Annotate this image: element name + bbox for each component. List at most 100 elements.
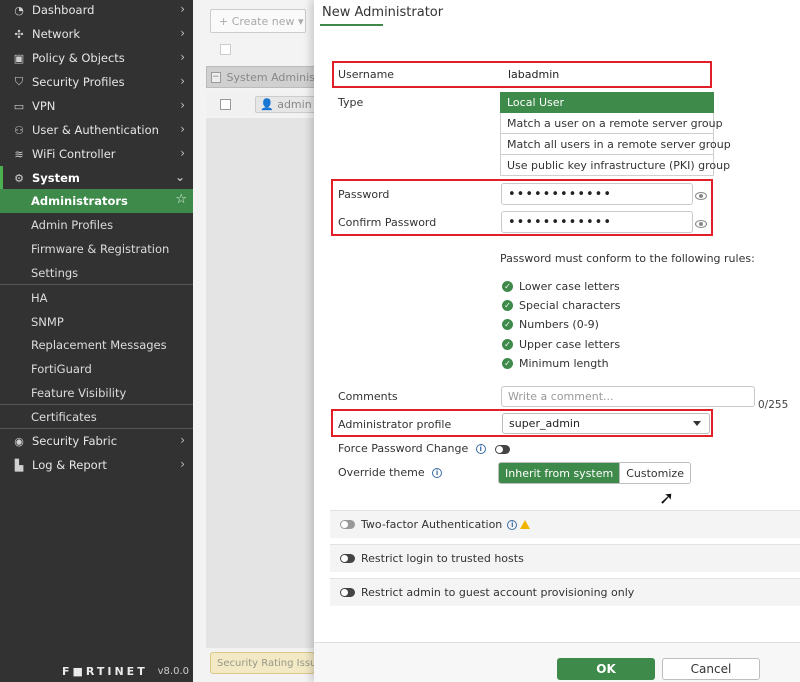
- title-underline: [320, 24, 383, 26]
- type-option-remote-user[interactable]: Match a user on a remote server group: [500, 113, 723, 134]
- two-factor-toggle[interactable]: [340, 520, 355, 529]
- override-theme-label: Override theme: [338, 466, 425, 479]
- sidebar-item-ha[interactable]: HA: [0, 286, 193, 310]
- chevron-right-icon: ›: [180, 74, 185, 88]
- password-label: Password: [338, 188, 390, 201]
- rule-text: Numbers (0-9): [519, 318, 599, 331]
- chevron-right-icon: ›: [180, 122, 185, 136]
- type-option-pki[interactable]: Use public key infrastructure (PKI) grou…: [500, 155, 730, 176]
- table-row[interactable]: 👤 admin: [206, 92, 323, 116]
- sidebar-item-label: System: [32, 171, 80, 185]
- rule-text: Special characters: [519, 299, 621, 312]
- username-input[interactable]: labadmin: [502, 63, 707, 85]
- comments-char-count: 0/255: [758, 399, 789, 411]
- rule-text: Upper case letters: [519, 338, 621, 351]
- info-icon[interactable]: i: [432, 468, 443, 478]
- two-factor-section[interactable]: Two-factor Authentication i: [330, 510, 800, 538]
- security-rating-badge[interactable]: Security Rating Issues: [210, 652, 315, 674]
- sidebar-item-settings[interactable]: Settings: [0, 261, 193, 285]
- user-icon: ⚇: [14, 123, 24, 137]
- check-icon: ✓: [502, 339, 513, 350]
- confirm-password-input[interactable]: ••••••••••••: [501, 211, 693, 233]
- restrict-hosts-toggle[interactable]: [340, 554, 355, 563]
- star-icon[interactable]: ☆: [175, 192, 187, 207]
- restrict-guest-toggle[interactable]: [340, 588, 355, 597]
- dialog-footer: OK Cancel: [314, 642, 800, 682]
- chevron-right-icon: ›: [180, 433, 185, 447]
- check-icon: ✓: [502, 281, 513, 292]
- sidebar-item-label: WiFi Controller: [32, 147, 116, 161]
- create-new-button[interactable]: + Create new ▾: [210, 9, 306, 33]
- theme-segmented-control: Inherit from system Customize: [498, 462, 691, 484]
- sidebar-item-label: Admin Profiles: [31, 218, 114, 232]
- ok-button[interactable]: OK: [557, 658, 655, 680]
- restrict-guest-section[interactable]: Restrict admin to guest account provisio…: [330, 578, 800, 606]
- shield-icon: ⛉: [14, 75, 24, 88]
- type-options: Local User Match a user on a remote serv…: [500, 92, 731, 176]
- sidebar-item-label: Feature Visibility: [31, 386, 127, 400]
- sidebar-item-system[interactable]: ⚙ System ⌄: [0, 166, 193, 190]
- rule-item: ✓ Upper case letters: [502, 338, 620, 351]
- comments-textarea[interactable]: Write a comment...: [501, 386, 755, 407]
- sidebar-item-replacement-messages[interactable]: Replacement Messages: [0, 333, 193, 357]
- force-password-change-row: Force Password Change i: [338, 442, 511, 455]
- type-option-local-user[interactable]: Local User: [500, 92, 714, 113]
- sidebar-item-label: Network: [32, 27, 81, 41]
- check-icon: ✓: [502, 300, 513, 311]
- dashboard-icon: ◔: [14, 3, 24, 17]
- sidebar-item-vpn[interactable]: ▭ VPN ›: [0, 94, 193, 118]
- network-icon: ✣: [14, 27, 24, 41]
- wifi-icon: ≋: [14, 147, 24, 161]
- force-password-change-label: Force Password Change: [338, 442, 469, 455]
- collapse-icon: −: [211, 71, 221, 83]
- sidebar-item-dashboard[interactable]: ◔ Dashboard ›: [0, 0, 193, 22]
- chevron-right-icon: ›: [180, 2, 185, 16]
- eye-icon[interactable]: [695, 192, 707, 200]
- sidebar-item-label: Certificates: [31, 410, 97, 424]
- sidebar-item-network[interactable]: ✣ Network ›: [0, 22, 193, 46]
- sidebar-divider: [0, 284, 193, 285]
- info-icon[interactable]: i: [507, 519, 518, 530]
- sidebar-item-security-fabric[interactable]: ◉ Security Fabric ›: [0, 429, 193, 453]
- chevron-right-icon: ›: [180, 98, 185, 112]
- sidebar-item-firmware[interactable]: Firmware & Registration: [0, 237, 193, 261]
- row-checkbox[interactable]: [220, 98, 231, 110]
- chart-icon: ▙: [14, 458, 24, 472]
- cancel-button[interactable]: Cancel: [662, 658, 760, 680]
- sidebar-item-log-report[interactable]: ▙ Log & Report ›: [0, 453, 193, 477]
- chevron-right-icon: ›: [180, 146, 185, 160]
- rule-item: ✓ Lower case letters: [502, 280, 620, 293]
- sidebar-item-snmp[interactable]: SNMP: [0, 310, 193, 334]
- sidebar-item-policy-objects[interactable]: ▣ Policy & Objects ›: [0, 46, 193, 70]
- sidebar-item-label: SNMP: [31, 315, 64, 329]
- info-icon[interactable]: i: [475, 444, 486, 454]
- sidebar-item-label: HA: [31, 291, 48, 305]
- restrict-hosts-section[interactable]: Restrict login to trusted hosts: [330, 544, 800, 572]
- admin-name-badge: 👤 admin: [255, 95, 317, 113]
- sidebar-item-label: Dashboard: [32, 3, 95, 17]
- select-all-checkbox[interactable]: [220, 44, 231, 55]
- table-group-title: System Administrators: [226, 70, 322, 84]
- sidebar-item-feature-visibility[interactable]: Feature Visibility: [0, 381, 193, 405]
- sidebar-item-certificates[interactable]: Certificates: [0, 405, 193, 429]
- force-password-change-toggle[interactable]: [495, 444, 511, 454]
- sidebar-item-label: VPN: [32, 99, 56, 113]
- table-group-header[interactable]: − System Administrators: [206, 66, 323, 88]
- eye-icon[interactable]: [695, 220, 707, 228]
- sidebar-item-label: Settings: [31, 266, 79, 280]
- sidebar-item-security-profiles[interactable]: ⛉ Security Profiles ›: [0, 70, 193, 94]
- two-factor-label: Two-factor Authentication: [361, 518, 503, 531]
- sidebar-item-label: Replacement Messages: [31, 338, 167, 352]
- inherit-from-system-option[interactable]: Inherit from system: [499, 463, 620, 483]
- sidebar-item-administrators[interactable]: Administrators ☆: [0, 189, 193, 213]
- password-rules-title: Password must conform to the following r…: [500, 252, 755, 265]
- password-input[interactable]: ••••••••••••: [501, 183, 693, 205]
- sidebar-item-fortiguard[interactable]: FortiGuard: [0, 357, 193, 381]
- admin-profile-select[interactable]: super_admin: [502, 413, 710, 434]
- sidebar-item-admin-profiles[interactable]: Admin Profiles: [0, 213, 193, 237]
- sidebar-item-wifi[interactable]: ≋ WiFi Controller ›: [0, 142, 193, 166]
- sidebar-item-user-auth[interactable]: ⚇ User & Authentication ›: [0, 118, 193, 142]
- new-administrator-dialog: New Administrator Username labadmin Type…: [314, 0, 800, 682]
- type-option-remote-group[interactable]: Match all users in a remote server group: [500, 134, 731, 155]
- customize-option[interactable]: Customize: [619, 463, 690, 483]
